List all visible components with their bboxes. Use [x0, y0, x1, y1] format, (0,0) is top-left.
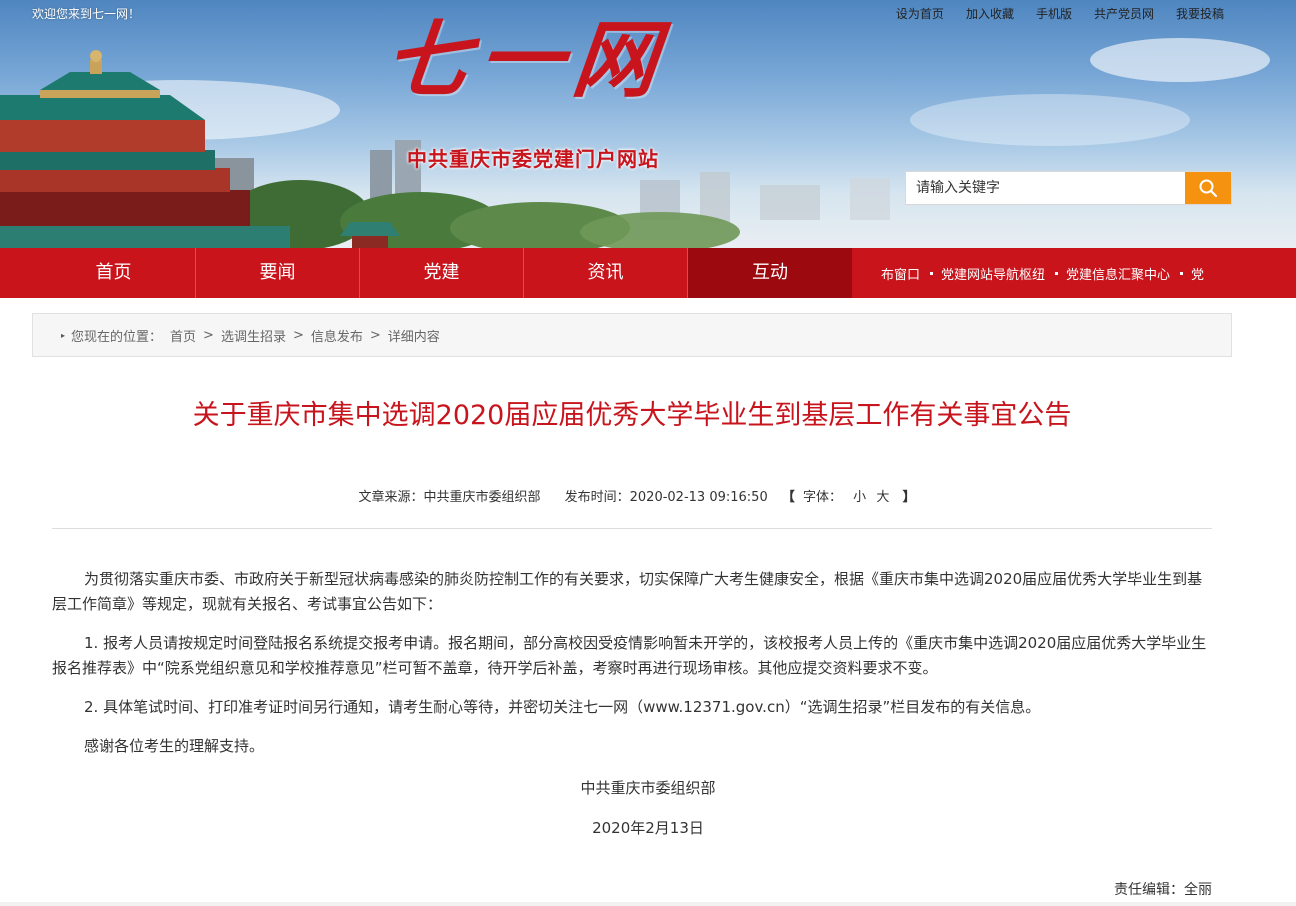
- font-large-button[interactable]: 大: [876, 490, 889, 505]
- meta-divider: [52, 528, 1212, 529]
- submit-article-link[interactable]: 我要投稿: [1176, 5, 1224, 22]
- search-button[interactable]: [1185, 172, 1231, 204]
- nav-link-label: 党建信息汇聚中心: [1066, 267, 1171, 283]
- breadcrumb-info-release[interactable]: 信息发布: [311, 326, 363, 345]
- article-publish-time: 发布时间：2020-02-13 09:16:50: [564, 490, 768, 505]
- nav-link-info-center[interactable]: 党建信息汇聚中心: [1055, 264, 1170, 283]
- nav-item-interaction[interactable]: 互动: [688, 248, 852, 298]
- article-signature: 中共重庆市委组织部: [580, 779, 716, 797]
- nav-link-label: 党: [1191, 267, 1205, 283]
- bullet-icon: [1055, 271, 1059, 275]
- nav-link-navigation-hub[interactable]: 党建网站导航枢纽: [930, 264, 1045, 283]
- nav-items: 首页 要闻 党建 资讯 互动: [32, 248, 852, 298]
- responsible-editor: 责任编辑：全丽: [1114, 882, 1212, 898]
- breadcrumb-separator: >: [292, 327, 304, 343]
- article-title: 关于重庆市集中选调2020届应届优秀大学毕业生到基层工作有关事宜公告: [192, 400, 1072, 431]
- article-paragraph: 1. 报考人员请按规定时间登陆报名系统提交报考申请。报名期间，部分高校因受疫情影…: [52, 634, 1207, 677]
- nav-item-party-building[interactable]: 党建: [360, 248, 524, 298]
- set-homepage-link[interactable]: 设为首页: [896, 5, 944, 22]
- welcome-text: 欢迎您来到七一网！: [32, 7, 141, 21]
- article-date: 2020年2月13日: [592, 819, 704, 837]
- nav-item-home[interactable]: 首页: [32, 248, 196, 298]
- header-banner: 欢迎您来到七一网！ 设为首页 加入收藏 手机版 共产党员网 我要投稿 七一网 中…: [0, 0, 1296, 248]
- page-bottom-edge: [0, 902, 1296, 906]
- nav-scrolling-links: 布窗口 党建网站导航枢纽 党建信息汇聚中心 党: [857, 248, 1232, 298]
- breadcrumb: ▸ 您现在的位置： 首页 > 选调生招录 > 信息发布 > 详细内容: [32, 313, 1232, 357]
- caret-right-icon: ▸: [61, 330, 66, 340]
- breadcrumb-detail: 详细内容: [387, 329, 440, 345]
- font-small-button[interactable]: 小: [853, 490, 866, 505]
- mobile-version-link[interactable]: 手机版: [1036, 5, 1072, 22]
- site-logo-subtitle: 中共重庆市委党建门户网站: [407, 147, 659, 171]
- article-body: 为贯彻落实重庆市委、市政府关于新型冠状病毒感染的肺炎防控制工作的有关要求，切实保…: [52, 567, 1216, 773]
- nav-item-info[interactable]: 资讯: [524, 248, 688, 298]
- nav-link-label: 布窗口: [881, 267, 921, 283]
- nav-link-window[interactable]: 布窗口: [881, 264, 920, 283]
- nav-link-party[interactable]: 党: [1180, 264, 1204, 283]
- top-links: 设为首页 加入收藏 手机版 共产党员网 我要投稿: [896, 5, 1224, 22]
- nav-item-news[interactable]: 要闻: [196, 248, 360, 298]
- bracket-close: 】: [902, 490, 916, 505]
- site-logo-title[interactable]: 七一网: [380, 10, 672, 109]
- font-size-label: 字体：: [803, 490, 843, 505]
- add-favorite-link[interactable]: 加入收藏: [966, 5, 1014, 22]
- article-source: 文章来源：中共重庆市委组织部: [358, 490, 541, 505]
- breadcrumb-home[interactable]: 首页: [170, 326, 196, 345]
- breadcrumb-prefix: 您现在的位置：: [71, 329, 163, 345]
- article-paragraph: 感谢各位考生的理解支持。: [84, 737, 265, 755]
- bullet-icon: [930, 271, 934, 275]
- search-input[interactable]: [906, 172, 1185, 204]
- breadcrumb-separator: >: [369, 327, 381, 343]
- party-member-site-link[interactable]: 共产党员网: [1094, 5, 1154, 22]
- search-bar: [905, 171, 1232, 205]
- nav-link-label: 党建网站导航枢纽: [941, 267, 1046, 283]
- bullet-icon: [1180, 271, 1184, 275]
- breadcrumb-recruitment[interactable]: 选调生招录: [221, 326, 286, 345]
- search-icon: [1199, 179, 1218, 198]
- article-paragraph: 为贯彻落实重庆市委、市政府关于新型冠状病毒感染的肺炎防控制工作的有关要求，切实保…: [52, 570, 1203, 613]
- article-meta: 文章来源：中共重庆市委组织部 发布时间：2020-02-13 09:16:50 …: [0, 486, 1264, 505]
- main-nav: 首页 要闻 党建 资讯 互动 布窗口 党建网站导航枢纽 党建信息汇聚中心 党: [0, 248, 1296, 298]
- article-paragraph: 2. 具体笔试时间、打印准考证时间另行通知，请考生耐心等待，并密切关注七一网（w…: [84, 698, 1041, 716]
- breadcrumb-separator: >: [203, 327, 214, 343]
- bracket-open: 【: [781, 490, 795, 505]
